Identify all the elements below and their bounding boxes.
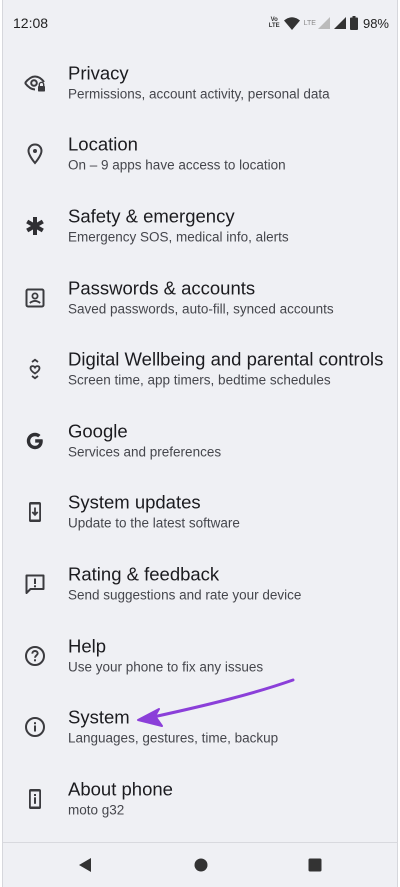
item-title: System updates xyxy=(68,491,201,513)
location-pin-icon xyxy=(23,142,47,166)
settings-item-system-updates[interactable]: System updates Update to the latest soft… xyxy=(3,477,397,549)
google-icon xyxy=(23,429,47,453)
status-bar: 12:08 Vo LTE LTE 98% xyxy=(3,0,397,46)
item-title: Google xyxy=(68,420,128,442)
settings-item-google[interactable]: Google Services and preferences xyxy=(3,405,397,477)
help-icon xyxy=(23,644,47,668)
item-title: Passwords & accounts xyxy=(68,277,256,299)
settings-item-help[interactable]: Help Use your phone to fix any issues xyxy=(3,620,397,692)
status-time: 12:08 xyxy=(13,15,49,31)
lte-label: LTE xyxy=(303,19,316,27)
item-subtitle: moto g32 xyxy=(68,802,125,818)
item-subtitle: Permissions, account activity, personal … xyxy=(68,86,330,102)
item-subtitle: Services and preferences xyxy=(68,444,222,460)
item-subtitle: Saved passwords, auto-fill, synced accou… xyxy=(68,301,334,317)
settings-item-rating-feedback[interactable]: Rating & feedback Send suggestions and r… xyxy=(3,548,397,620)
wifi-icon xyxy=(283,16,300,30)
item-title: Privacy xyxy=(68,62,129,84)
settings-item-about-phone[interactable]: About phone moto g32 xyxy=(3,763,397,835)
item-subtitle: On – 9 apps have access to location xyxy=(68,157,286,173)
volte-indicator: Vo LTE xyxy=(269,17,280,29)
settings-item-safety-emergency[interactable]: Safety & emergency Emergency SOS, medica… xyxy=(3,190,397,262)
recents-icon[interactable] xyxy=(308,858,322,872)
wellbeing-icon xyxy=(23,357,47,381)
settings-list: Privacy Permissions, account activity, p… xyxy=(3,47,397,835)
item-subtitle: Languages, gestures, time, backup xyxy=(68,730,279,746)
status-icons: Vo LTE LTE 98% xyxy=(269,16,389,31)
settings-item-digital-wellbeing[interactable]: Digital Wellbeing and parental controls … xyxy=(3,333,397,405)
eye-lock-icon xyxy=(23,71,47,95)
item-subtitle: Update to the latest software xyxy=(68,515,240,531)
feedback-icon xyxy=(23,572,47,596)
signal-icon-1 xyxy=(317,17,330,29)
account-box-icon xyxy=(23,286,47,310)
battery-icon xyxy=(349,16,358,30)
settings-item-location[interactable]: Location On – 9 apps have access to loca… xyxy=(3,119,397,191)
settings-screen: 12:08 Vo LTE LTE 98% Privacy Permissions… xyxy=(2,0,398,887)
home-icon[interactable] xyxy=(194,858,208,872)
phone-icon xyxy=(23,787,47,811)
system-update-icon xyxy=(23,500,47,524)
item-title: Help xyxy=(68,635,107,657)
settings-item-privacy[interactable]: Privacy Permissions, account activity, p… xyxy=(3,47,397,119)
battery-percent: 98% xyxy=(362,15,389,31)
item-title: Safety & emergency xyxy=(68,205,235,227)
item-subtitle: Emergency SOS, medical info, alerts xyxy=(68,229,289,245)
item-subtitle: Screen time, app timers, bedtime schedul… xyxy=(68,372,331,388)
item-title: Rating & feedback xyxy=(68,563,220,585)
asterisk-icon xyxy=(23,214,47,238)
volte-label-bottom: LTE xyxy=(268,23,280,29)
item-title: Digital Wellbeing and parental controls xyxy=(68,348,384,370)
item-subtitle: Send suggestions and rate your device xyxy=(68,587,302,603)
signal-icon-2 xyxy=(333,17,346,29)
info-icon xyxy=(23,715,47,739)
item-subtitle: Use your phone to fix any issues xyxy=(68,659,264,675)
settings-item-system[interactable]: System Languages, gestures, time, backup xyxy=(3,691,397,763)
back-icon[interactable] xyxy=(78,857,92,873)
settings-item-passwords-accounts[interactable]: Passwords & accounts Saved passwords, au… xyxy=(3,262,397,334)
item-title: System xyxy=(68,706,130,728)
item-title: Location xyxy=(68,133,138,155)
navigation-bar xyxy=(3,842,397,887)
item-title: About phone xyxy=(68,778,173,800)
